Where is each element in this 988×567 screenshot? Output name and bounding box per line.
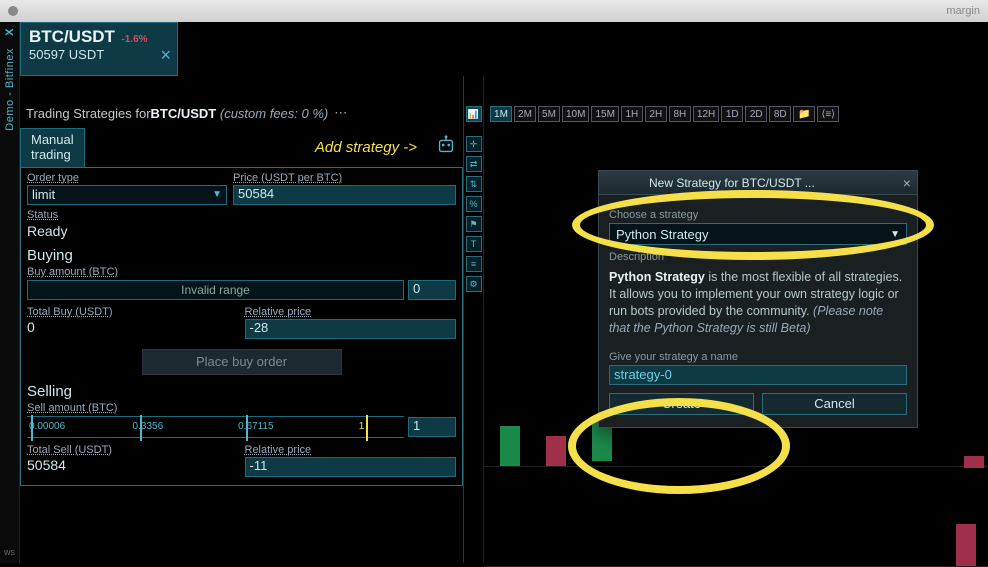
settings-icon[interactable]: ⚙ [466,276,482,292]
chevron-down-icon: ▼ [890,229,900,240]
total-buy-label: Total Buy (USDT) [27,306,239,318]
total-buy-value: 0 [27,319,239,335]
tf-2h[interactable]: 2H [645,106,667,122]
place-buy-button[interactable]: Place buy order [142,349,342,375]
order-type-select[interactable]: limit ▼ [27,185,227,205]
layers-icon[interactable]: ≡ [466,256,482,272]
pair-change: -1.6% [121,34,147,45]
buy-amount-input[interactable]: 0 [408,280,456,300]
candle [956,524,976,566]
description-label: Description [609,251,907,263]
candle [500,426,520,466]
price-input[interactable]: 50584 [233,185,456,205]
strategy-name-label: Give your strategy a name [609,351,907,363]
tf-1m[interactable]: 1M [490,106,512,122]
tf-12h[interactable]: 12H [693,106,719,122]
arrows-icon[interactable]: ⇅ [466,176,482,192]
pair-tab[interactable]: BTC/USDT -1.6% 50597 USDT × [20,22,178,76]
tab-manual-trading[interactable]: Manual trading [20,128,85,167]
sell-amount-slider[interactable]: 0.00006 0.3356 0.67115 1 [27,416,404,438]
choose-strategy-label: Choose a strategy [609,209,907,221]
exchange-label[interactable]: Demo - Bitfinex [4,42,16,137]
tf-indicator-icon[interactable]: ⟨≡⟩ [817,106,839,122]
pair-symbol: BTC/USDT [29,27,115,46]
total-sell-label: Total Sell (USDT) [27,444,239,456]
strategy-description: Python Strategy is the most flexible of … [609,269,907,337]
selling-header: Selling [27,383,456,400]
rel-price-sell-label: Relative price [245,444,457,456]
timeframe-row: 1M 2M 5M 10M 15M 1H 2H 8H 12H 1D 2D 8D 📁… [484,76,988,122]
strategies-menu-icon[interactable]: ⋯ [334,105,349,121]
strategy-name-input[interactable] [609,365,907,385]
total-sell-value: 50584 [27,457,239,473]
cancel-button[interactable]: Cancel [762,393,907,415]
status-label: Status [27,209,58,221]
ws-indicator: ws [4,547,15,557]
percent-icon[interactable]: % [466,196,482,212]
pair-close-icon[interactable]: × [160,45,171,66]
tf-10m[interactable]: 10M [562,106,589,122]
tf-15m[interactable]: 15M [591,106,618,122]
window-titlebar: margin [0,0,988,22]
add-strategy-icon[interactable] [435,134,457,156]
price-label: Price (USDT per BTC) [233,172,456,184]
app-icon [8,6,18,16]
rel-price-buy-label: Relative price [245,306,457,318]
buy-amount-slider[interactable]: Invalid range [27,280,404,300]
dialog-titlebar[interactable]: New Strategy for BTC/USDT ... × [599,171,917,195]
tf-8h[interactable]: 8H [669,106,691,122]
rail-close-icon[interactable]: X [4,22,16,42]
dialog-close-icon[interactable]: × [903,175,911,191]
left-rail: X Demo - Bitfinex ws [0,22,20,563]
dialog-title: New Strategy for BTC/USDT ... [649,176,815,190]
horiz-line-icon[interactable]: ⇄ [466,156,482,172]
buy-amount-label: Buy amount (BTC) [27,266,118,278]
order-form: Order type limit ▼ Price (USDT per BTC) … [20,167,463,486]
strategies-pair: BTC/USDT [151,106,217,121]
order-type-label: Order type [27,172,227,184]
pair-price: 50597 USDT [29,47,169,62]
tf-2d[interactable]: 2D [745,106,767,122]
create-button[interactable]: Create [609,393,754,415]
sell-amount-input[interactable]: 1 [408,417,456,437]
crosshair-icon[interactable]: ✛ [466,136,482,152]
rel-price-buy-input[interactable]: -28 [245,319,457,339]
buying-header: Buying [27,247,456,264]
fees-label: (custom fees: 0 %) [220,106,328,121]
chevron-down-icon: ▼ [212,189,222,200]
flag-icon[interactable]: ⚑ [466,216,482,232]
strategy-select[interactable]: Python Strategy ▼ [609,223,907,245]
candlestick-icon[interactable]: 📊 [466,106,482,122]
new-strategy-dialog: New Strategy for BTC/USDT ... × Choose a… [598,170,918,428]
tf-2m[interactable]: 2M [514,106,536,122]
status-value: Ready [27,223,456,239]
rel-price-sell-input[interactable]: -11 [245,457,457,477]
tf-5m[interactable]: 5M [538,106,560,122]
candle [546,436,566,466]
chart-toolbar: 📊 ✛ ⇄ ⇅ % ⚑ T ≡ ⚙ [464,76,484,563]
tf-8d[interactable]: 8D [769,106,791,122]
add-strategy-hint: Add strategy -> [315,139,417,156]
candle [964,456,984,468]
tf-folder-icon[interactable]: 📁 [793,106,815,122]
window-title: margin [946,5,980,17]
sell-amount-label: Sell amount (BTC) [27,402,117,414]
strategies-header: Trading Strategies for BTC/USDT (custom … [20,102,463,124]
text-icon[interactable]: T [466,236,482,252]
tf-1d[interactable]: 1D [721,106,743,122]
tf-1h[interactable]: 1H [621,106,643,122]
